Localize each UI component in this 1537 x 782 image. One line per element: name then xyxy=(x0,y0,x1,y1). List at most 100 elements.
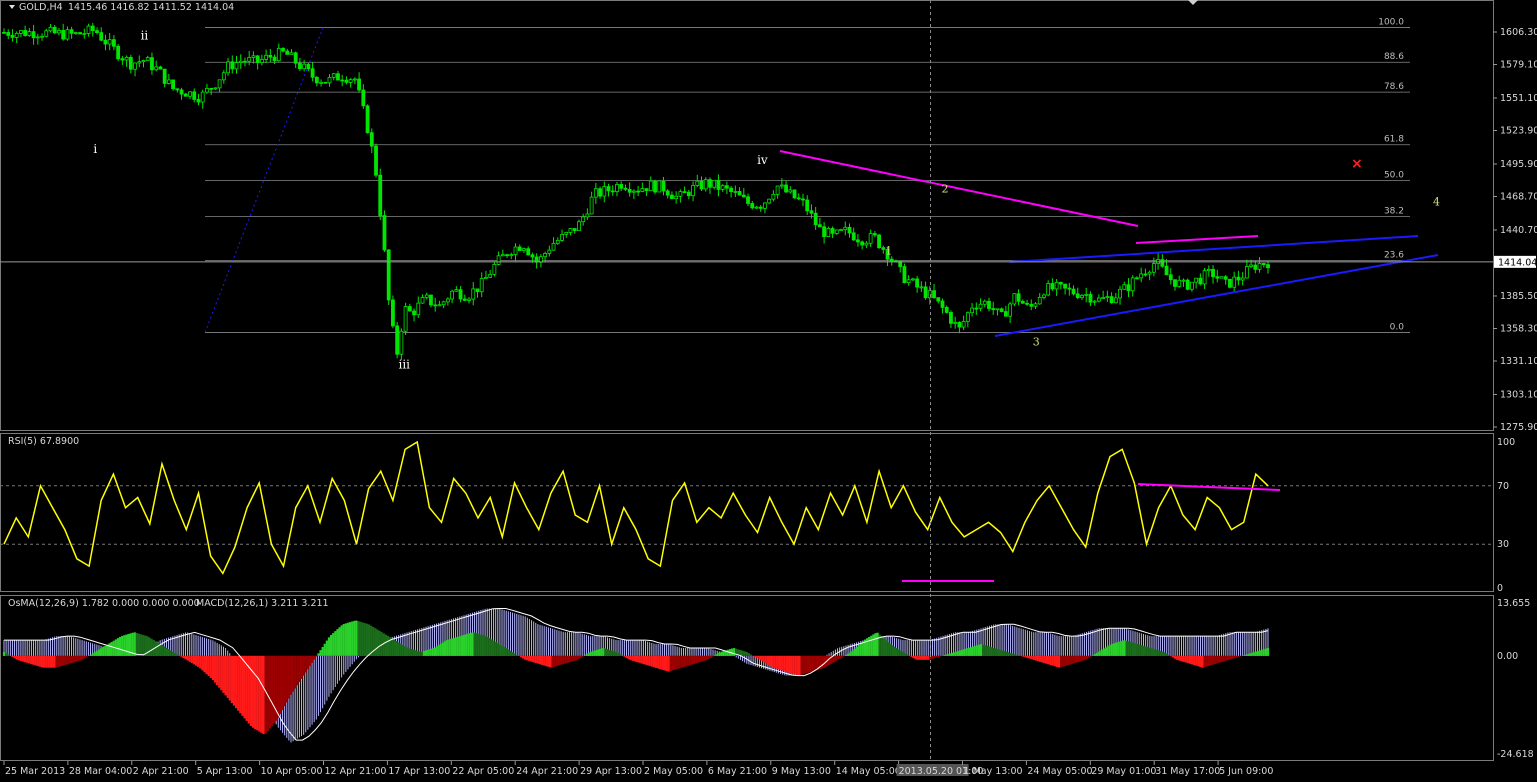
candle-body xyxy=(188,91,192,97)
candle-body xyxy=(361,89,366,107)
fib-level-label: 61.8 xyxy=(1384,135,1404,145)
chart-shift-marker[interactable] xyxy=(1188,0,1198,5)
candle-body xyxy=(509,254,514,256)
candle-body xyxy=(40,35,44,38)
candle-body xyxy=(1135,277,1139,280)
candle-body xyxy=(78,32,82,35)
time-tick-label: 12 Apr 21:00 xyxy=(325,766,387,777)
candle-body xyxy=(1008,303,1013,317)
candle-body xyxy=(73,32,78,34)
candle-body xyxy=(851,232,856,241)
candle-body xyxy=(788,189,793,193)
candle-body xyxy=(1033,303,1038,307)
rsi-tick-label: 100 xyxy=(1497,437,1515,448)
macd-tick-label: 0.00 xyxy=(1497,651,1518,662)
candle-body xyxy=(479,278,484,293)
candle-body xyxy=(830,228,835,234)
candle-body xyxy=(699,180,704,190)
candle-body xyxy=(843,226,848,231)
candle-body xyxy=(230,61,235,70)
candle-body xyxy=(458,289,463,300)
candle-body xyxy=(784,184,788,193)
candle-body xyxy=(314,76,319,84)
candle-body xyxy=(517,246,522,251)
candle-body xyxy=(1143,273,1148,276)
candle-body xyxy=(226,61,230,74)
macd-tick-label: 13.655 xyxy=(1497,598,1530,609)
candle-body xyxy=(1211,268,1215,278)
trendline[interactable] xyxy=(1009,235,1419,263)
candle-body xyxy=(657,180,662,193)
candle-body xyxy=(602,186,607,197)
candle-body xyxy=(1029,303,1034,307)
candle-body xyxy=(95,30,99,33)
candle-body xyxy=(982,300,987,305)
candle-body xyxy=(1101,297,1106,299)
candle-body xyxy=(606,186,611,192)
candle-body xyxy=(450,290,455,300)
candle-body xyxy=(1257,263,1262,270)
trendline[interactable] xyxy=(994,254,1439,337)
fib-level-label: 88.6 xyxy=(1384,52,1404,62)
candle-body xyxy=(754,206,759,209)
rsi-trendline[interactable] xyxy=(1137,483,1281,491)
trendline[interactable] xyxy=(1135,235,1259,244)
candle-body xyxy=(137,61,142,64)
candle-body xyxy=(682,191,687,194)
candle-body xyxy=(670,194,674,200)
candle-body xyxy=(52,26,57,34)
wave-label: i xyxy=(93,142,97,156)
candle-body xyxy=(1126,284,1131,292)
candle-body xyxy=(974,307,979,310)
candle-body xyxy=(703,179,708,190)
time-tick-label: 22 Apr 05:00 xyxy=(452,766,514,777)
candle-body xyxy=(348,79,353,83)
candle-body xyxy=(1054,282,1059,290)
candle-body xyxy=(661,180,666,192)
candle-body xyxy=(547,249,552,254)
candle-body xyxy=(733,191,738,193)
candle-body xyxy=(1063,283,1067,289)
trendline[interactable] xyxy=(779,150,1139,227)
candle-body xyxy=(1202,270,1207,285)
close-order-icon[interactable]: × xyxy=(1351,156,1363,172)
candle-body xyxy=(1003,311,1008,317)
candle-body xyxy=(158,66,163,70)
candle-body xyxy=(530,254,535,258)
candle-body xyxy=(1236,276,1241,281)
chevron-down-icon[interactable] xyxy=(9,5,15,9)
chart-canvas[interactable]: 113100.088.678.661.850.038.223.60.0 iiii… xyxy=(0,0,1537,782)
candle-body xyxy=(281,47,285,52)
price-tick-label: 1331.10 xyxy=(1500,356,1537,367)
candle-body xyxy=(1139,273,1144,279)
rsi-tick-label: 30 xyxy=(1497,539,1509,550)
candle-body xyxy=(801,198,805,201)
candle-body xyxy=(391,299,395,327)
candle-body xyxy=(445,298,450,303)
candle-body xyxy=(213,87,218,90)
time-tick-label: 10 Apr 05:00 xyxy=(261,766,323,777)
price-tick-label: 1440.70 xyxy=(1500,225,1537,236)
candle-body xyxy=(1215,276,1220,279)
candle-body xyxy=(653,180,657,193)
time-tick-label: 31 May 17:00 xyxy=(1155,766,1220,777)
candle-body xyxy=(374,145,378,176)
price-tick-label: 1275.90 xyxy=(1500,422,1537,433)
candle-body xyxy=(644,188,649,192)
candle-body xyxy=(247,57,252,62)
candle-body xyxy=(665,190,670,196)
candle-body xyxy=(166,79,171,84)
candle-body xyxy=(640,188,645,192)
candle-body xyxy=(1249,264,1253,267)
candle-body xyxy=(86,25,91,34)
candle-body xyxy=(1130,277,1135,292)
candle-body xyxy=(513,246,518,255)
candle-body xyxy=(1198,277,1203,285)
candle-body xyxy=(1075,293,1080,299)
main-panel-frame xyxy=(0,0,1494,431)
candle-body xyxy=(319,81,323,84)
candle-body xyxy=(834,229,839,234)
fib-level-label: 50.0 xyxy=(1384,171,1404,181)
candle-body xyxy=(991,308,996,311)
candle-body xyxy=(416,302,421,316)
